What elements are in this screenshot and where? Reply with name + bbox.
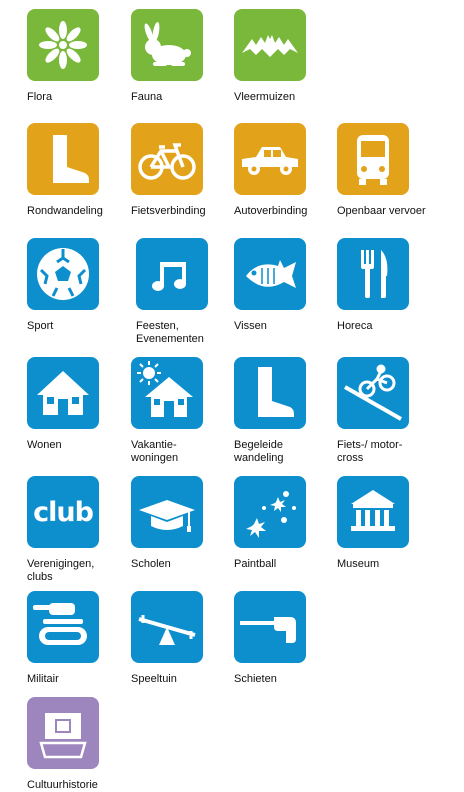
flower-icon bbox=[27, 9, 99, 81]
car-icon bbox=[234, 123, 306, 195]
icon-tile: Fiets-/ motor- cross bbox=[337, 357, 447, 465]
house-sun-icon bbox=[131, 357, 203, 429]
fish-icon bbox=[234, 238, 306, 310]
icon-tile: Militair bbox=[27, 591, 137, 686]
icon-label: Militair bbox=[27, 673, 59, 685]
icon-label: Cultuurhistorie bbox=[27, 779, 98, 791]
icon-tile: Autoverbinding bbox=[234, 123, 344, 218]
graduation-cap-icon bbox=[131, 476, 203, 548]
icon-tile: Vissen bbox=[234, 238, 344, 333]
icon-tile: Scholen bbox=[131, 476, 241, 571]
motocross-icon bbox=[337, 357, 409, 429]
icon-tile: Cultuurhistorie bbox=[27, 697, 137, 792]
icon-label: Vissen bbox=[234, 320, 267, 332]
icon-tile: Museum bbox=[337, 476, 447, 571]
paint-splat-icon bbox=[234, 476, 306, 548]
boot-icon bbox=[27, 123, 99, 195]
icon-label: Vakantie- woningen bbox=[131, 439, 179, 464]
icon-tile: Flora bbox=[27, 9, 137, 104]
icon-tile: Schieten bbox=[234, 591, 344, 686]
boot-icon bbox=[234, 357, 306, 429]
bicycle-icon bbox=[131, 123, 203, 195]
club-text-icon: club bbox=[27, 476, 99, 548]
icon-label: Verenigingen, clubs bbox=[27, 558, 95, 583]
icon-label: Fauna bbox=[131, 91, 163, 103]
icon-label: Fietsverbinding bbox=[131, 205, 206, 217]
icon-label: Begeleide wandeling bbox=[234, 439, 284, 464]
icon-tile: Vleermuizen bbox=[234, 9, 344, 104]
icon-tile: Speeltuin bbox=[131, 591, 241, 686]
icon-label: Flora bbox=[27, 91, 53, 103]
icon-label: Openbaar vervoer bbox=[337, 205, 426, 217]
music-note-icon bbox=[136, 238, 208, 310]
club-text: club bbox=[33, 496, 94, 528]
icon-tile: Paintball bbox=[234, 476, 344, 571]
icon-tile: Feesten, Evenementen bbox=[136, 238, 246, 346]
bat-icon bbox=[234, 9, 306, 81]
icon-label: Feesten, Evenementen bbox=[136, 320, 204, 345]
fork-knife-icon bbox=[337, 238, 409, 310]
icon-label: Schieten bbox=[234, 673, 277, 685]
monument-icon bbox=[27, 697, 99, 769]
icon-label: Fiets-/ motor- cross bbox=[337, 439, 403, 464]
icon-tile: Rondwandeling bbox=[27, 123, 137, 218]
icon-label: Vleermuizen bbox=[234, 91, 296, 103]
soccer-ball-icon bbox=[27, 238, 99, 310]
icon-label: Scholen bbox=[131, 558, 171, 570]
icon-tile: Sport bbox=[27, 238, 137, 333]
icon-label: Wonen bbox=[27, 439, 62, 451]
icon-label: Paintball bbox=[234, 558, 277, 570]
icon-tile: Horeca bbox=[337, 238, 447, 333]
gun-icon bbox=[234, 591, 306, 663]
rabbit-icon bbox=[131, 9, 203, 81]
icon-label: Museum bbox=[337, 558, 380, 570]
bus-icon bbox=[337, 123, 409, 195]
museum-icon bbox=[337, 476, 409, 548]
icon-tile: Begeleide wandeling bbox=[234, 357, 344, 465]
icon-tile: Vakantie- woningen bbox=[131, 357, 241, 465]
icon-tile: Openbaar vervoer bbox=[337, 123, 447, 218]
icon-tile: Fauna bbox=[131, 9, 241, 104]
icon-tile: club Verenigingen, clubs bbox=[27, 476, 137, 584]
icon-label: Horeca bbox=[337, 320, 373, 332]
seesaw-icon bbox=[131, 591, 203, 663]
icon-label: Rondwandeling bbox=[27, 205, 103, 217]
icon-label: Sport bbox=[27, 320, 54, 332]
icon-tile: Fietsverbinding bbox=[131, 123, 241, 218]
icon-label: Autoverbinding bbox=[234, 205, 308, 217]
house-icon bbox=[27, 357, 99, 429]
icon-label: Speeltuin bbox=[131, 673, 177, 685]
tank-icon bbox=[27, 591, 99, 663]
icon-tile: Wonen bbox=[27, 357, 137, 452]
